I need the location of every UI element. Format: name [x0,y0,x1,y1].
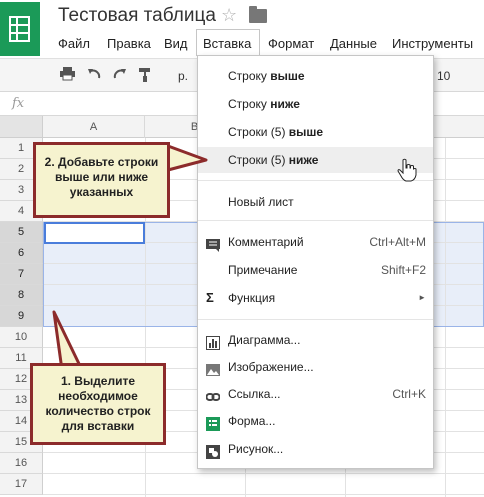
menu-edit[interactable]: Правка [107,36,151,51]
folder-icon[interactable] [249,6,267,23]
active-cell-a5[interactable] [44,222,145,244]
link-icon [205,387,221,401]
menu-tools[interactable]: Инструменты [392,36,473,51]
font-size-select[interactable]: 10 [437,69,450,83]
callout-step1: 1. Выделите необходимое количество строк… [30,363,166,445]
menu-separator [198,220,433,221]
insert-comment[interactable]: Комментарий Ctrl+Alt+M [198,229,433,255]
menu-view[interactable]: Вид [164,36,188,51]
font-name-select[interactable]: р. [178,69,188,83]
insert-link[interactable]: Ссылка... Ctrl+K [198,381,433,407]
menu-format[interactable]: Формат [268,36,314,51]
grid-row[interactable] [43,474,484,495]
row-header[interactable]: 16 [0,453,43,474]
image-icon [206,360,220,376]
insert-form[interactable]: Форма... [198,408,433,434]
row-header[interactable]: 6 [0,243,43,264]
fx-icon: fx [12,96,25,111]
insert-row-above[interactable]: Строку выше [198,63,433,89]
submenu-arrow-icon: ► [418,293,426,302]
paint-format-icon[interactable] [138,67,152,86]
menu-data[interactable]: Данные [330,36,377,51]
insert-function[interactable]: Σ Функция ► [198,285,433,311]
form-icon [206,414,220,431]
insert-chart[interactable]: Диаграмма... [198,327,433,353]
menu-file[interactable]: Файл [58,36,90,51]
document-title[interactable]: Тестовая таблица [58,5,216,27]
insert-drawing[interactable]: Рисунок... [198,436,433,462]
row-header[interactable]: 10 [0,327,43,348]
sigma-icon: Σ [206,290,214,305]
row-header[interactable]: 8 [0,285,43,306]
insert-row-below[interactable]: Строку ниже [198,91,433,117]
row-header[interactable]: 5 [0,222,43,243]
sheets-logo-icon[interactable] [0,2,40,56]
drawing-icon [206,442,220,459]
menu-separator [198,319,433,320]
row-header[interactable]: 9 [0,306,43,327]
chart-icon [206,333,220,350]
undo-icon[interactable] [87,67,102,85]
insert-rows-above[interactable]: Строки (5) выше [198,119,433,145]
insert-menu-dropdown: Строку выше Строку ниже Строки (5) выше … [197,55,434,469]
callout-step2: 2. Добавьте строки выше или ниже указанн… [33,142,170,218]
select-all-corner[interactable] [0,116,43,138]
redo-icon[interactable] [112,67,127,85]
column-header-a[interactable]: A [43,116,145,138]
comment-icon [206,235,220,252]
print-icon[interactable] [60,67,75,85]
hand-cursor-icon [397,158,417,187]
star-icon[interactable]: ☆ [221,5,237,26]
insert-image[interactable]: Изображение... [198,354,433,380]
menu-insert[interactable]: Вставка [196,29,260,56]
row-header[interactable]: 17 [0,474,43,495]
row-header[interactable]: 7 [0,264,43,285]
insert-new-sheet[interactable]: Новый лист [198,189,433,215]
insert-note[interactable]: Примечание Shift+F2 [198,257,433,283]
